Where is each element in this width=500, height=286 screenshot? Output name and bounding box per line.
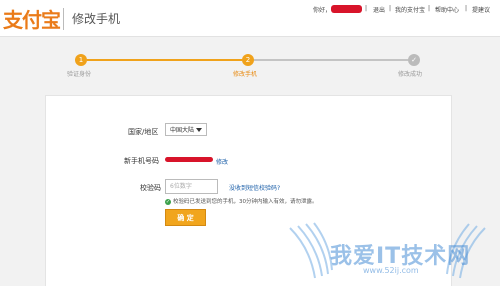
code-placeholder: 6位数字 [170,183,192,190]
chevron-down-icon [196,128,202,132]
username-redacted [331,5,362,13]
country-value: 中国大陆 [170,127,195,134]
logout-link[interactable]: 退出 [373,5,385,14]
watermark-url: www.52ij.com [363,266,419,275]
new-phone-label: 新手机号码 [124,157,159,165]
alipay-logo[interactable]: 支付宝 [3,4,61,33]
phone-number-redacted [165,157,213,162]
nav-separator: | [428,5,431,12]
step-1-circle: 1 [75,54,87,66]
header-divider [63,8,64,30]
resend-code-link[interactable]: 没收到短信校验码? [229,183,280,192]
code-hint: ✓ 校验码已发送到您的手机，30分钟内输入有效，请勿泄露。 [165,197,318,205]
step-line-pending [254,59,408,61]
top-header: 支付宝 修改手机 你好， | 退出 | 我的支付宝 | 帮助中心 | 提建议 [0,0,500,37]
progress-steps: 1 验证身份 2 修改手机 ✓ 修改成功 [0,36,500,84]
code-input[interactable]: 6位数字 [165,179,218,194]
modify-phone-link[interactable]: 修改 [216,157,228,166]
step-3-check-icon: ✓ [408,54,420,66]
nav-separator: | [465,5,468,12]
page-title: 修改手机 [72,12,121,26]
help-center-link[interactable]: 帮助中心 [435,5,459,14]
nav-separator: | [389,5,392,12]
greeting-text: 你好， [313,7,332,14]
confirm-button[interactable]: 确 定 [165,209,206,226]
step-1-label: 验证身份 [67,71,92,78]
country-select[interactable]: 中国大陆 [165,123,207,136]
code-label: 校验码 [140,184,161,192]
hint-text: 校验码已发送到您的手机，30分钟内输入有效，请勿泄露。 [173,199,318,205]
nav-separator: | [365,5,368,12]
my-alipay-link[interactable]: 我的支付宝 [395,5,425,14]
step-3-label: 修改成功 [398,71,423,78]
step-line-done [87,59,242,61]
step-2-circle: 2 [242,54,254,66]
step-2-label: 修改手机 [233,71,258,78]
country-label: 国家/地区 [128,128,159,136]
feedback-link[interactable]: 提建议 [472,5,490,14]
check-icon: ✓ [165,198,171,205]
